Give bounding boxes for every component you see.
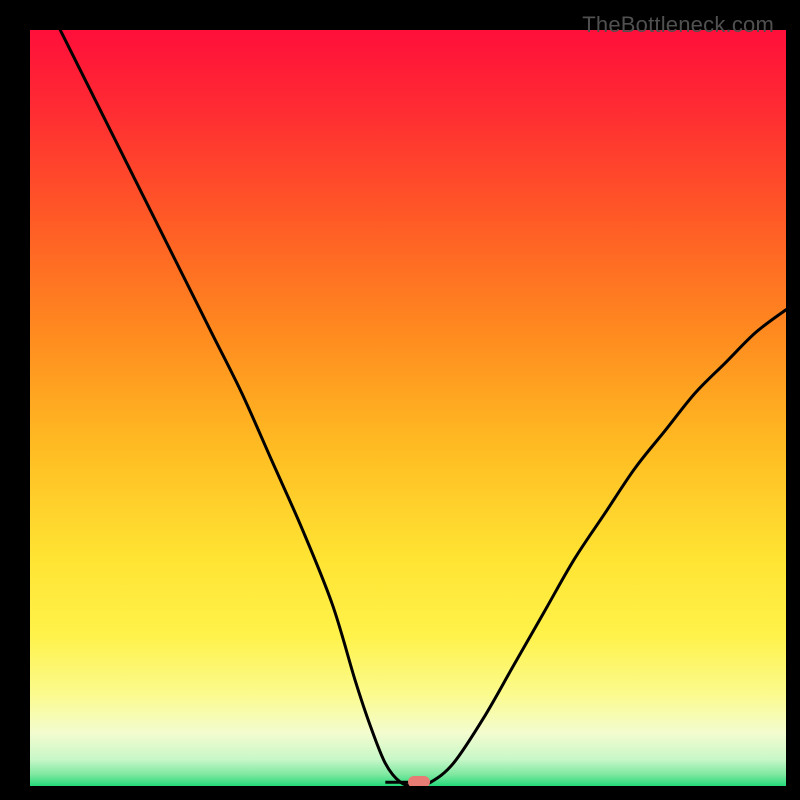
- chart-frame: TheBottleneck.com: [8, 8, 792, 792]
- watermark-text: TheBottleneck.com: [582, 12, 774, 38]
- plot-area: [30, 30, 786, 786]
- bottleneck-curve: [30, 30, 786, 786]
- optimal-marker: [408, 776, 430, 786]
